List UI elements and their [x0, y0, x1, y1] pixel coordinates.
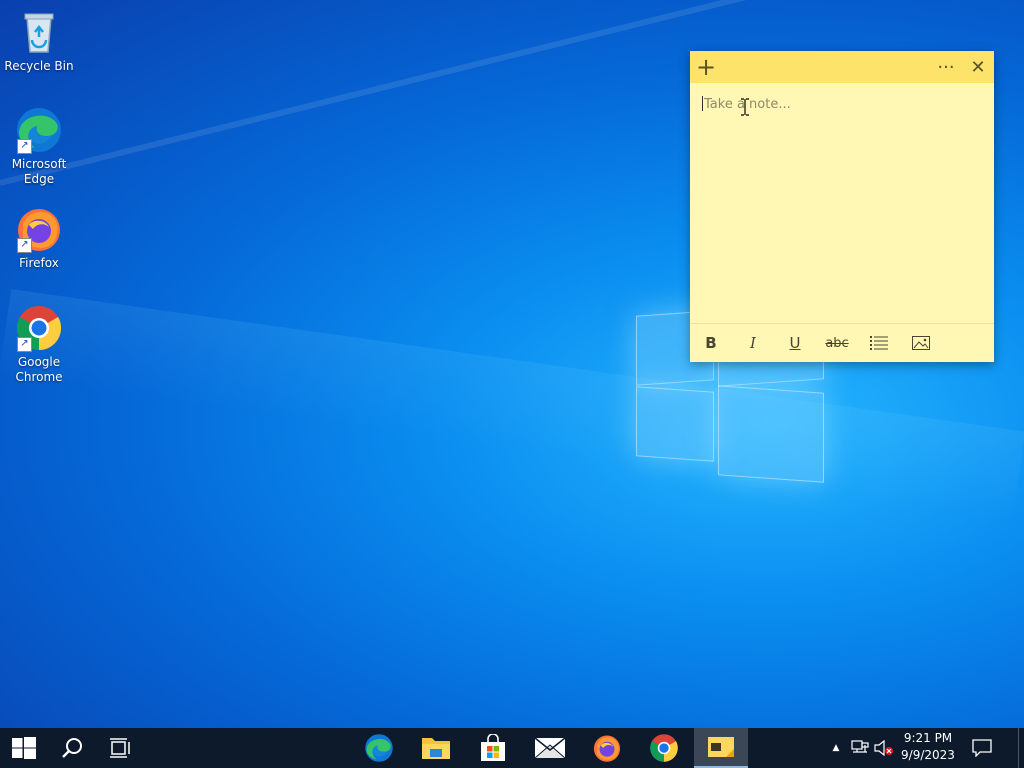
- firefox-icon: [593, 735, 621, 762]
- bullet-list-button[interactable]: [858, 324, 900, 362]
- plus-icon: +: [695, 53, 717, 81]
- task-view-icon: [110, 738, 130, 758]
- notification-icon: [972, 739, 992, 757]
- start-button[interactable]: [0, 728, 48, 768]
- show-hidden-icons-button[interactable]: ▲: [828, 728, 844, 768]
- folder-icon: [422, 738, 450, 759]
- formatting-toolbar: B I U abc: [690, 323, 994, 362]
- edge-icon: [365, 734, 393, 762]
- system-clock[interactable]: 9:21 PM 9/9/2023: [897, 730, 959, 764]
- show-desktop-button[interactable]: [1018, 728, 1024, 768]
- taskbar-microsoft-store[interactable]: [465, 728, 521, 768]
- italic-button[interactable]: I: [732, 324, 774, 362]
- search-button[interactable]: [48, 728, 96, 768]
- strikethrough-button[interactable]: abc: [816, 324, 858, 362]
- desktop-icon-firefox[interactable]: ↗ Firefox: [1, 205, 77, 271]
- desktop-icon-label: Recycle Bin: [4, 59, 74, 73]
- recycle-bin-icon: [15, 8, 63, 56]
- text-caret: [702, 96, 703, 111]
- close-icon: ✕: [970, 56, 986, 78]
- taskbar-firefox[interactable]: [579, 728, 635, 768]
- desktop-icon-label: Firefox: [19, 256, 59, 270]
- network-button[interactable]: [848, 728, 872, 768]
- store-icon: [481, 734, 505, 761]
- desktop-icon-chrome[interactable]: ↗ Google Chrome: [1, 304, 77, 385]
- sticky-note-window: + ··· ✕ Take a note... B I U abc: [690, 51, 994, 362]
- volume-muted-icon: [874, 740, 893, 756]
- clock-time: 9:21 PM: [903, 731, 953, 745]
- mail-icon: [534, 737, 566, 759]
- menu-button[interactable]: ···: [930, 51, 962, 83]
- task-view-button[interactable]: [96, 728, 144, 768]
- image-icon: [912, 336, 930, 350]
- firefox-icon: ↗: [15, 205, 63, 253]
- desktop-icon-label: Microsoft Edge: [11, 157, 67, 186]
- chevron-up-icon: ▲: [832, 743, 840, 753]
- edge-icon: ↗: [15, 106, 63, 154]
- sticky-notes-icon: [708, 737, 734, 757]
- windows-start-icon: [12, 737, 36, 759]
- more-options-icon: ···: [937, 56, 955, 78]
- taskbar-file-explorer[interactable]: [408, 728, 464, 768]
- close-button[interactable]: ✕: [962, 51, 994, 83]
- desktop-icon-edge[interactable]: ↗ Microsoft Edge: [1, 106, 77, 187]
- chrome-icon: [650, 734, 678, 762]
- clock-date: 9/9/2023: [901, 748, 955, 762]
- network-icon: [851, 740, 869, 753]
- search-icon: [62, 738, 82, 758]
- taskbar: ▲ 9:21 PM 9/9/2023: [0, 728, 1024, 768]
- shortcut-arrow-icon: ↗: [17, 337, 32, 352]
- desktop-icon-label: Google Chrome: [15, 355, 63, 384]
- add-image-button[interactable]: [900, 324, 942, 362]
- desktop-icon-recycle-bin[interactable]: Recycle Bin: [1, 8, 77, 74]
- shortcut-arrow-icon: ↗: [17, 238, 32, 253]
- bullet-list-icon: [870, 336, 888, 350]
- taskbar-mail[interactable]: [522, 728, 578, 768]
- action-center-button[interactable]: [962, 728, 1002, 768]
- taskbar-chrome[interactable]: [636, 728, 692, 768]
- sticky-note-header[interactable]: + ··· ✕: [690, 51, 994, 83]
- new-note-button[interactable]: +: [690, 51, 722, 83]
- bold-button[interactable]: B: [690, 324, 732, 362]
- taskbar-edge[interactable]: [351, 728, 407, 768]
- volume-button[interactable]: [873, 728, 895, 768]
- ibeam-cursor-icon: [741, 98, 749, 116]
- chrome-icon: ↗: [15, 304, 63, 352]
- underline-button[interactable]: U: [774, 324, 816, 362]
- shortcut-arrow-icon: ↗: [17, 139, 32, 154]
- taskbar-sticky-notes[interactable]: [694, 728, 748, 768]
